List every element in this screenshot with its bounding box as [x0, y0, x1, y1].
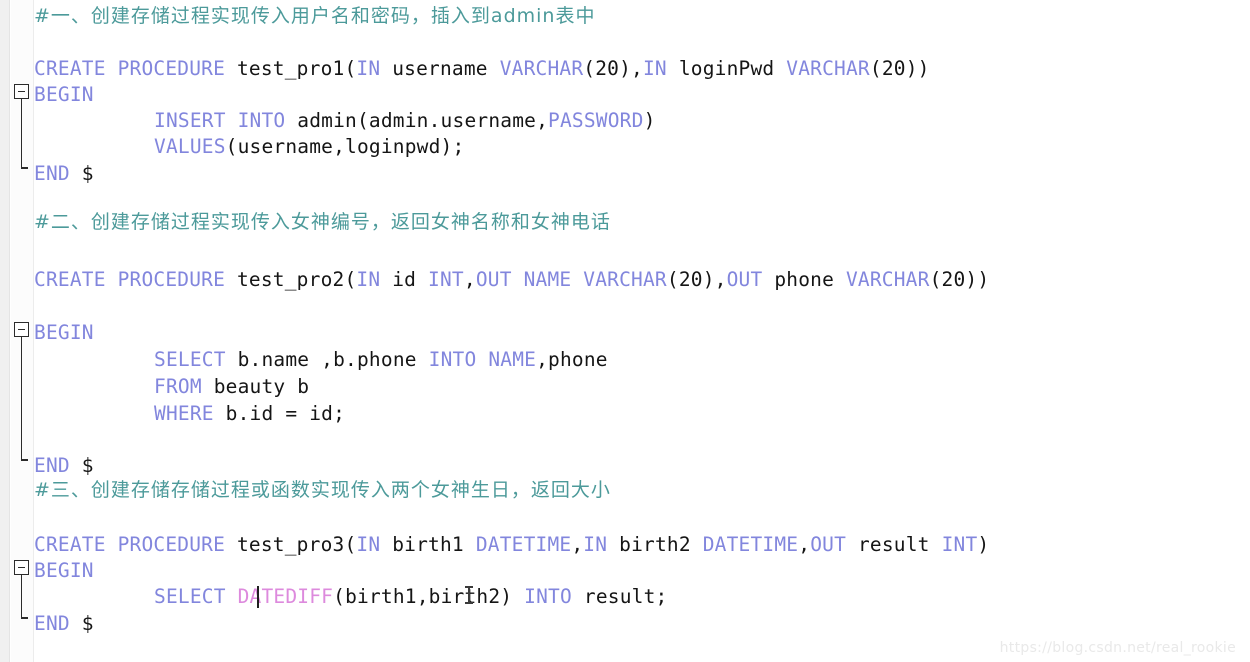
code-token: (20)) [929, 268, 990, 291]
code-line[interactable]: FROM beauty b [154, 373, 309, 401]
code-token: IN [356, 57, 393, 80]
fold-end-marker-procedure-3 [20, 617, 28, 619]
code-line[interactable]: END $ [34, 160, 94, 188]
code-token: INTO NAME [428, 348, 537, 371]
fold-toggle-procedure-3[interactable] [14, 560, 29, 575]
code-token: #一、创建存储过程实现传入用户名和密码，插入到admin表中 [34, 5, 596, 27]
code-token: END [34, 612, 82, 635]
code-token: b.id = id; [225, 402, 346, 425]
code-token: VARCHAR [499, 57, 584, 80]
code-token: result; [583, 585, 668, 608]
watermark-url: https://blog.csdn.net/real_rookie [999, 640, 1236, 656]
code-token: PASSWORD [548, 109, 644, 132]
fold-guide-procedure-2 [20, 337, 23, 459]
code-token: #三、创建存储存储过程或函数实现传入两个女神生日，返回大小 [34, 479, 611, 501]
fold-toggle-procedure-2[interactable] [14, 322, 29, 337]
code-token: INSERT INTO [154, 109, 298, 132]
code-token: ) [977, 533, 990, 556]
code-line[interactable]: BEGIN [34, 81, 94, 109]
code-token: loginPwd [678, 57, 787, 80]
code-token: (birth1,birth2) [333, 585, 525, 608]
code-token: END [34, 162, 82, 185]
code-token: (20), [666, 268, 727, 291]
code-token: , [571, 533, 584, 556]
code-line[interactable]: CREATE PROCEDURE test_pro1(IN username V… [34, 55, 930, 83]
code-token: OUT NAME VARCHAR [475, 268, 667, 291]
code-token: END [34, 454, 82, 477]
code-token: FROM [154, 375, 214, 398]
code-token: id [392, 268, 429, 291]
code-line[interactable]: #三、创建存储存储过程或函数实现传入两个女神生日，返回大小 [34, 476, 611, 504]
code-token: CREATE PROCEDURE [34, 268, 237, 291]
code-token: test_pro2( [236, 268, 357, 291]
fold-toggle-procedure-1[interactable] [14, 84, 29, 99]
code-text-area[interactable]: #一、创建存储过程实现传入用户名和密码，插入到admin表中 CREATE PRO… [0, 0, 1250, 662]
code-token: OUT [726, 268, 775, 291]
sql-code-editor[interactable]: #一、创建存储过程实现传入用户名和密码，插入到admin表中 CREATE PRO… [0, 0, 1250, 662]
code-token: SELECT [154, 348, 238, 371]
code-token: DATETIME [475, 533, 572, 556]
code-line[interactable]: #一、创建存储过程实现传入用户名和密码，插入到admin表中 [34, 2, 595, 30]
code-token: test_pro3( [236, 533, 357, 556]
code-line[interactable]: WHERE b.id = id; [154, 400, 345, 428]
code-token: DATEDIFF [237, 585, 334, 608]
code-token: #二、创建存储过程实现传入女神编号，返回女神名称和女神电话 [34, 211, 611, 233]
code-token: SELECT [154, 585, 238, 608]
code-line[interactable]: VALUES(username,loginpwd); [154, 133, 464, 161]
code-token: BEGIN [34, 321, 94, 344]
code-token: (20)) [869, 57, 930, 80]
code-line[interactable]: CREATE PROCEDURE test_pro3(IN birth1 DAT… [34, 531, 989, 559]
code-line[interactable]: INSERT INTO admin(admin.username,PASSWOR… [154, 107, 656, 135]
fold-guide-procedure-1 [20, 99, 23, 167]
code-token: result [857, 533, 942, 556]
code-token: ,phone [536, 348, 608, 371]
fold-end-marker-procedure-2 [20, 459, 28, 461]
code-token: , [798, 533, 811, 556]
code-token: OUT [810, 533, 858, 556]
code-line[interactable]: BEGIN [34, 319, 94, 347]
code-token: INTO [524, 585, 584, 608]
code-token: VARCHAR [786, 57, 870, 80]
fold-guide-procedure-3 [20, 575, 23, 617]
code-line[interactable]: SELECT DATEDIFF(birth1,birth2) INTO resu… [154, 583, 667, 611]
code-line[interactable]: BEGIN [34, 557, 94, 585]
code-token: birth1 [392, 533, 476, 556]
code-token: (20), [583, 57, 643, 80]
code-token: birth2 [619, 533, 703, 556]
code-token: VARCHAR [845, 268, 930, 291]
code-token: phone [774, 268, 846, 291]
code-token: ) [643, 109, 656, 132]
code-token: $ [81, 612, 94, 635]
code-token: VALUES [154, 135, 226, 158]
code-token: (username,loginpwd); [225, 135, 465, 158]
code-token: BEGIN [34, 559, 94, 582]
code-line[interactable]: #二、创建存储过程实现传入女神编号，返回女神名称和女神电话 [34, 208, 611, 236]
code-token: admin(admin.username, [297, 109, 549, 132]
code-token: INT [428, 268, 464, 291]
code-line[interactable]: SELECT b.name ,b.phone INTO NAME,phone [154, 346, 608, 374]
code-token: DATETIME [702, 533, 799, 556]
code-token: WHERE [154, 402, 226, 425]
code-token: BEGIN [34, 83, 94, 106]
code-token: INT [941, 533, 978, 556]
code-token: CREATE PROCEDURE [34, 533, 237, 556]
code-token: test_pro1( [236, 57, 357, 80]
code-token: CREATE PROCEDURE [34, 57, 237, 80]
code-line[interactable]: CREATE PROCEDURE test_pro2(IN id INT,OUT… [34, 266, 989, 294]
code-line[interactable]: END $ [34, 610, 94, 638]
code-token: beauty b [213, 375, 310, 398]
code-token: $ [81, 454, 94, 477]
code-token: $ [81, 162, 94, 185]
code-token: b.name ,b.phone [237, 348, 429, 371]
mouse-text-cursor-icon [464, 585, 473, 605]
fold-end-marker-procedure-1 [20, 167, 28, 169]
code-token: username [392, 57, 500, 80]
code-token: IN [356, 268, 393, 291]
code-token: , [463, 268, 476, 291]
code-token: IN [642, 57, 679, 80]
text-caret [257, 586, 259, 608]
code-token: IN [356, 533, 393, 556]
code-token: IN [583, 533, 620, 556]
